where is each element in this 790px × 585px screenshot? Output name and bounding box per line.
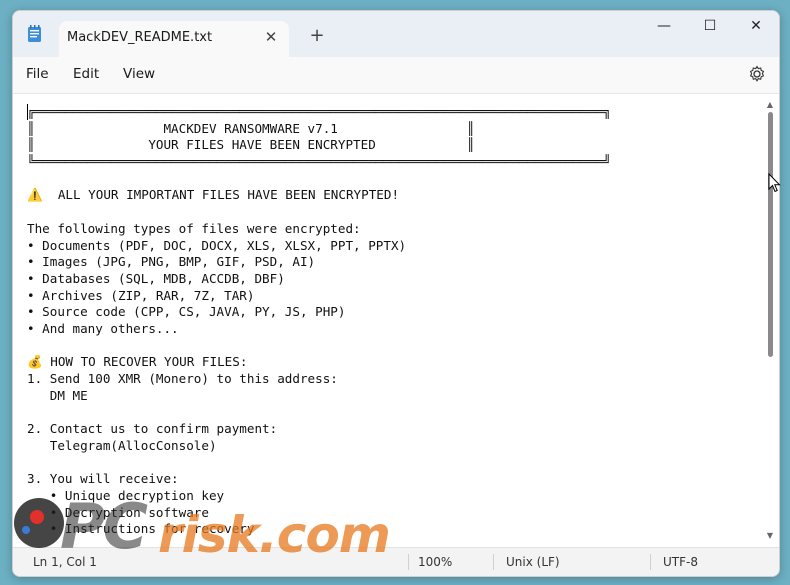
document-line: ║ YOUR FILES HAVE BEEN ENCRYPTED ║ (27, 137, 475, 153)
document-line: 1. Send 100 XMR (Monero) to this address… (27, 371, 338, 386)
document-line: 3. You will receive: (27, 471, 179, 487)
document-line: • Instructions for recovery (27, 521, 255, 537)
document-line: 💰 HOW TO RECOVER YOUR FILES: (27, 354, 248, 370)
status-bar: Ln 1, Col 1 100% Unix (LF) UTF-8 (13, 547, 779, 576)
notepad-app-icon (28, 25, 41, 42)
document-line: • Archives (ZIP, RAR, 7Z, TAR) (27, 287, 255, 303)
mouse-cursor-icon (768, 173, 781, 193)
document-text[interactable]: ╔═══════════════════════════════════════… (27, 104, 747, 544)
minimize-button[interactable]: — (641, 11, 687, 41)
document-line: 2. Contact us to confirm payment: (27, 421, 278, 437)
status-divider (493, 554, 494, 570)
menu-edit[interactable]: Edit (73, 66, 99, 82)
document-line: • Source code (CPP, CS, JAVA, PY, JS, PH… (27, 304, 346, 320)
document-line: ╔═══════════════════════════════════════… (27, 104, 611, 119)
close-window-button[interactable]: ✕ (733, 11, 779, 41)
scrollbar-thumb[interactable] (768, 112, 773, 357)
menu-bar: File Edit View (13, 57, 779, 94)
document-line: The following types of files were encryp… (27, 220, 361, 236)
document-line: DM ME (27, 387, 88, 403)
encoding: UTF-8 (663, 555, 698, 569)
line-ending: Unix (LF) (506, 555, 560, 569)
document-line: ╚═══════════════════════════════════════… (27, 154, 611, 170)
cursor-position: Ln 1, Col 1 (33, 555, 97, 569)
status-divider (650, 554, 651, 570)
document-line: • Decryption software (27, 504, 209, 520)
tab-close-icon[interactable]: ✕ (261, 27, 281, 47)
maximize-button[interactable]: ☐ (687, 11, 733, 41)
scroll-down-icon[interactable]: ▼ (765, 531, 775, 540)
text-editor[interactable]: ╔═══════════════════════════════════════… (13, 94, 779, 546)
tab-title: MackDEV_README.txt (67, 30, 213, 45)
document-line: • And many others... (27, 320, 179, 336)
document-line: ⚠️ ALL YOUR IMPORTANT FILES HAVE BEEN EN… (27, 187, 400, 203)
tab-readme[interactable]: MackDEV_README.txt ✕ (59, 21, 289, 57)
document-line: • Images (JPG, PNG, BMP, GIF, PSD, AI) (27, 254, 316, 270)
title-bar: MackDEV_README.txt ✕ + — ☐ ✕ (13, 11, 779, 57)
document-line: ║ MACKDEV RANSOMWARE v7.1 ║ (27, 120, 475, 136)
scroll-up-icon[interactable]: ▲ (765, 100, 775, 109)
menu-view[interactable]: View (123, 66, 155, 82)
document-line: • Documents (PDF, DOC, DOCX, XLS, XLSX, … (27, 237, 407, 253)
gear-icon[interactable] (747, 64, 767, 84)
menu-file[interactable]: File (26, 66, 49, 82)
zoom-level: 100% (418, 555, 453, 569)
document-line: • Databases (SQL, MDB, ACCDB, DBF) (27, 270, 285, 286)
document-line: Telegram(AllocConsole) (27, 437, 217, 453)
notepad-window: MackDEV_README.txt ✕ + — ☐ ✕ File Edit V… (12, 10, 780, 577)
status-divider (408, 554, 409, 570)
document-line: • Unique decryption key (27, 487, 225, 503)
vertical-scrollbar[interactable]: ▲ ▼ (765, 98, 775, 542)
new-tab-button[interactable]: + (305, 25, 329, 49)
